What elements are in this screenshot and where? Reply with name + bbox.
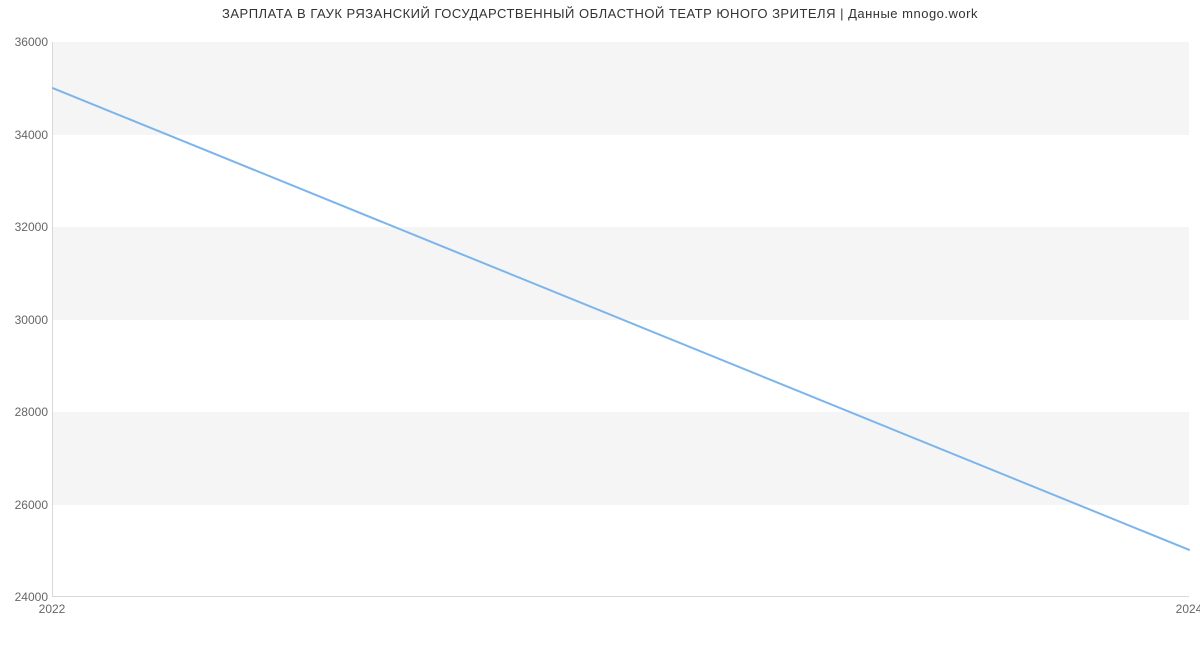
x-tick-label: 2022 bbox=[39, 602, 66, 616]
y-tick-label: 32000 bbox=[4, 220, 48, 234]
y-tick-label: 26000 bbox=[4, 498, 48, 512]
chart-container: ЗАРПЛАТА В ГАУК РЯЗАНСКИЙ ГОСУДАРСТВЕННЫ… bbox=[0, 0, 1200, 650]
series-line bbox=[53, 88, 1189, 550]
line-layer bbox=[53, 42, 1189, 596]
y-tick-label: 36000 bbox=[4, 35, 48, 49]
y-tick-label: 30000 bbox=[4, 313, 48, 327]
plot-area bbox=[52, 42, 1189, 597]
chart-title: ЗАРПЛАТА В ГАУК РЯЗАНСКИЙ ГОСУДАРСТВЕННЫ… bbox=[0, 6, 1200, 21]
y-tick-label: 34000 bbox=[4, 128, 48, 142]
y-tick-label: 28000 bbox=[4, 405, 48, 419]
x-tick-label: 2024 bbox=[1176, 602, 1200, 616]
